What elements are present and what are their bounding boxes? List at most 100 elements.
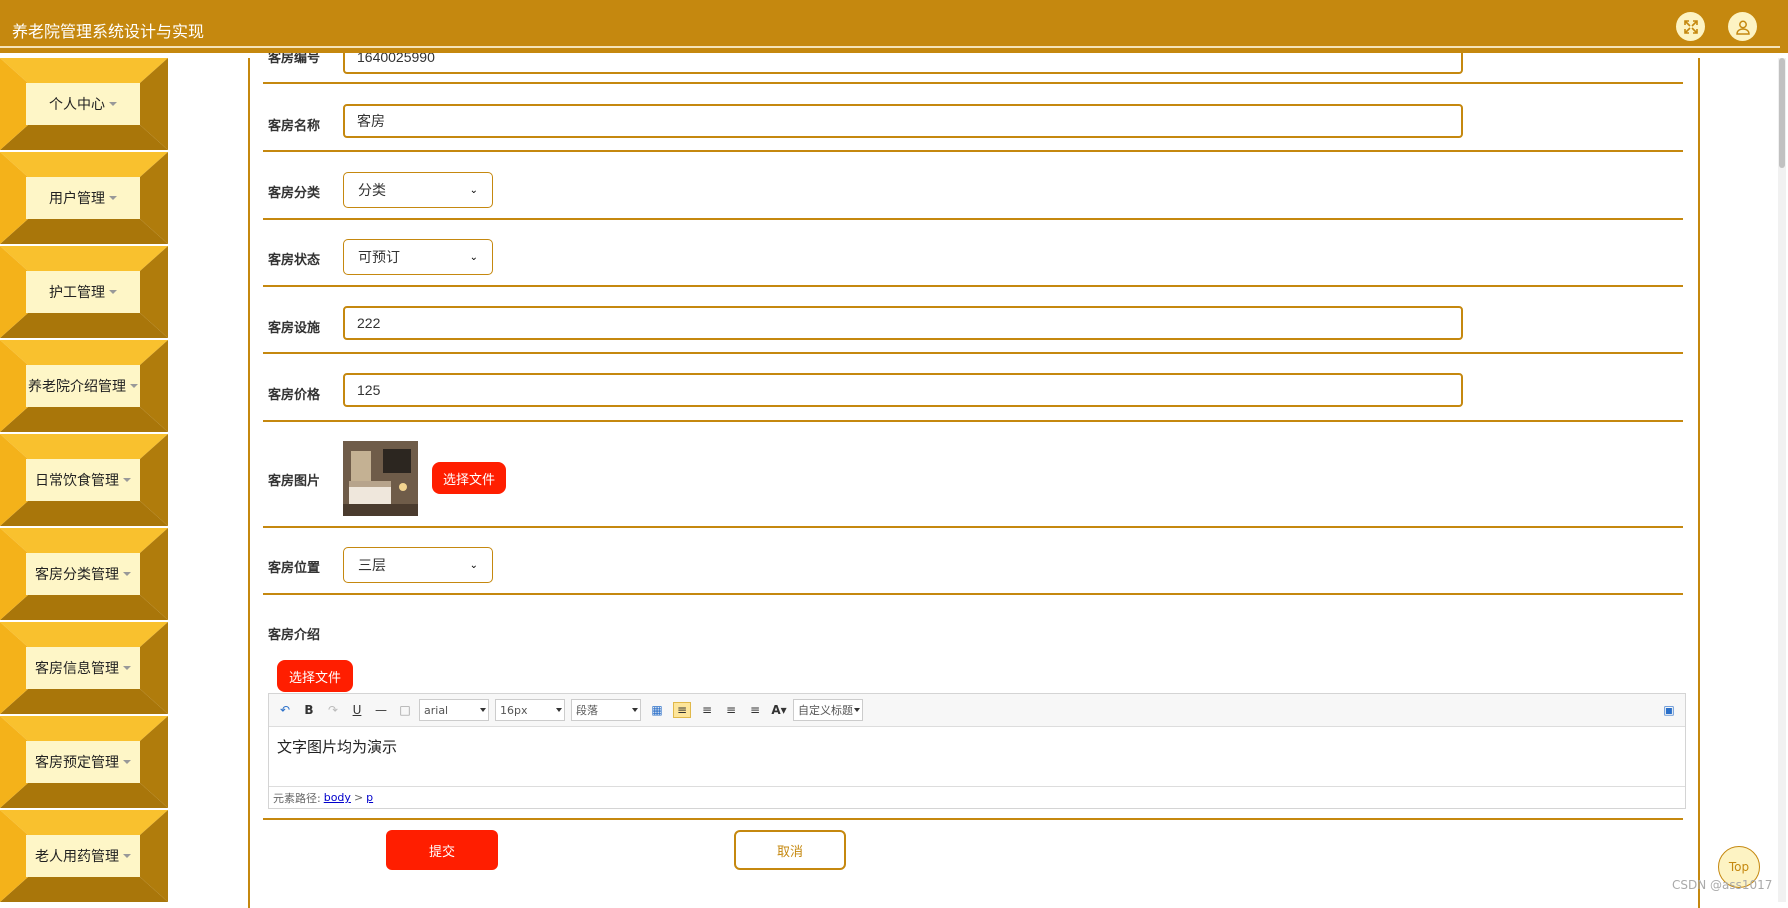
sidebar-item-label: 客房预定管理 <box>35 755 119 771</box>
room-category-label: 客房分类 <box>268 186 321 201</box>
submit-button[interactable]: 提交 <box>386 830 498 870</box>
element-path-label: 元素路径: <box>273 791 321 805</box>
horizontal-rule-icon[interactable]: — <box>373 703 389 717</box>
choose-file-label: 选择文件 <box>288 670 341 686</box>
scrollbar-thumb[interactable] <box>1779 58 1785 168</box>
chevron-down-icon <box>109 290 117 294</box>
custom-title-value: 自定义标题 <box>798 704 853 717</box>
custom-title-select[interactable]: 自定义标题 <box>793 699 863 721</box>
room-facility-value: 222 <box>357 315 381 331</box>
row-divider <box>263 352 1683 354</box>
room-status-select[interactable]: 可预订 ⌄ <box>343 239 493 275</box>
chevron-down-icon <box>123 478 131 482</box>
chevron-down-icon <box>854 708 860 712</box>
room-location-value: 三层 <box>358 558 386 574</box>
sidebar-item-label: 个人中心 <box>49 97 105 113</box>
chevron-down-icon <box>130 384 138 388</box>
sidebar-item-label: 老人用药管理 <box>35 849 119 865</box>
row-divider <box>263 593 1683 595</box>
room-category-value: 分类 <box>358 183 386 199</box>
room-photo-graphic <box>343 441 418 516</box>
room-category-select[interactable]: 分类 ⌄ <box>343 172 493 208</box>
choose-file-label: 选择文件 <box>442 472 495 488</box>
room-image-preview <box>343 441 418 516</box>
sidebar-item-medication-management[interactable]: 老人用药管理 <box>0 810 168 902</box>
chevron-down-icon: ⌄ <box>469 184 478 196</box>
room-price-label: 客房价格 <box>268 388 321 403</box>
sidebar-menu: 个人中心 用户管理 护工管理 养老院介绍管理 日常饮食管理 客房分类管理 客房信… <box>0 58 168 902</box>
sidebar-item-label: 养老院介绍管理 <box>28 379 126 395</box>
chevron-down-icon <box>123 666 131 670</box>
chevron-down-icon <box>556 708 562 712</box>
sidebar-item-room-booking-management[interactable]: 客房预定管理 <box>0 716 168 808</box>
row-divider <box>263 818 1683 820</box>
room-intro-choose-file-button[interactable]: 选择文件 <box>277 660 353 692</box>
row-divider <box>263 218 1683 220</box>
fullscreen-editor-icon[interactable]: ▣ <box>1661 703 1677 717</box>
sidebar-item-label: 护工管理 <box>49 285 105 301</box>
font-family-select[interactable]: arial <box>419 699 489 721</box>
rich-text-editor[interactable]: ↶ B ↷ U — □ arial 16px 段落 ▦ ≡ ≡ ≡ ≡ A▾ 自… <box>268 693 1686 809</box>
room-price-input[interactable]: 125 <box>343 373 1463 407</box>
room-location-label: 客房位置 <box>268 561 321 576</box>
sidebar-item-label: 日常饮食管理 <box>35 473 119 489</box>
chevron-down-icon <box>109 196 117 200</box>
sidebar-item-personal-center[interactable]: 个人中心 <box>0 58 168 150</box>
font-size-select[interactable]: 16px <box>495 699 565 721</box>
room-location-select[interactable]: 三层 ⌄ <box>343 547 493 583</box>
room-image-choose-file-button[interactable]: 选择文件 <box>432 462 506 494</box>
top-label: Top <box>1728 860 1750 874</box>
paragraph-select[interactable]: 段落 <box>571 699 641 721</box>
room-facility-input[interactable]: 222 <box>343 306 1463 340</box>
row-divider <box>263 526 1683 528</box>
sidebar-item-label: 用户管理 <box>49 191 105 207</box>
align-justify-icon[interactable]: ≡ <box>747 703 763 717</box>
room-image-label: 客房图片 <box>268 474 321 489</box>
fullscreen-button[interactable] <box>1676 12 1705 41</box>
redo-icon[interactable]: ↷ <box>325 703 341 717</box>
path-body-link[interactable]: body <box>324 791 351 804</box>
chevron-down-icon <box>123 760 131 764</box>
submit-label: 提交 <box>428 844 455 860</box>
underline-icon[interactable]: U <box>349 703 365 717</box>
room-facility-label: 客房设施 <box>268 321 321 336</box>
user-button[interactable] <box>1728 12 1757 41</box>
path-separator: > <box>353 791 364 804</box>
editor-content[interactable]: 文字图片均为演示 <box>277 736 397 757</box>
sidebar-item-diet-management[interactable]: 日常饮食管理 <box>0 434 168 526</box>
chevron-down-icon <box>632 708 638 712</box>
align-right-icon[interactable]: ≡ <box>699 703 715 717</box>
sidebar-item-intro-management[interactable]: 养老院介绍管理 <box>0 340 168 432</box>
sidebar-item-user-management[interactable]: 用户管理 <box>0 152 168 244</box>
expand-icon <box>1683 19 1698 34</box>
align-left-icon[interactable]: ≡ <box>673 702 691 718</box>
room-name-input[interactable]: 客房 <box>343 104 1463 138</box>
row-divider <box>263 285 1683 287</box>
room-name-label: 客房名称 <box>268 119 321 134</box>
page-scrollbar[interactable] <box>1778 58 1786 902</box>
sidebar-item-room-info-management[interactable]: 客房信息管理 <box>0 622 168 714</box>
chevron-down-icon <box>109 102 117 106</box>
app-title: 养老院管理系统设计与实现 <box>12 22 205 41</box>
cancel-button[interactable]: 取消 <box>734 830 846 870</box>
sidebar-item-caregiver-management[interactable]: 护工管理 <box>0 246 168 338</box>
sidebar-item-room-category-management[interactable]: 客房分类管理 <box>0 528 168 620</box>
font-size-value: 16px <box>500 703 528 717</box>
path-p-link[interactable]: p <box>366 791 373 804</box>
align-center-icon[interactable]: ≡ <box>723 703 739 717</box>
table-icon[interactable]: ▦ <box>649 703 665 717</box>
watermark: CSDN @ass1017 <box>1672 878 1773 892</box>
bold-icon[interactable]: B <box>301 703 317 717</box>
room-name-value: 客房 <box>357 113 385 129</box>
chevron-down-icon <box>123 854 131 858</box>
editor-toolbar: ↶ B ↷ U — □ arial 16px 段落 ▦ ≡ ≡ ≡ ≡ A▾ 自… <box>269 694 1685 727</box>
row-divider <box>263 150 1683 152</box>
chevron-down-icon <box>123 572 131 576</box>
document-icon[interactable]: □ <box>397 703 413 717</box>
row-divider <box>263 420 1683 422</box>
font-color-icon[interactable]: A▾ <box>771 703 787 717</box>
user-icon <box>1735 20 1750 35</box>
font-family-value: arial <box>424 703 449 717</box>
chevron-down-icon: ⌄ <box>469 559 478 571</box>
undo-icon[interactable]: ↶ <box>277 703 293 717</box>
